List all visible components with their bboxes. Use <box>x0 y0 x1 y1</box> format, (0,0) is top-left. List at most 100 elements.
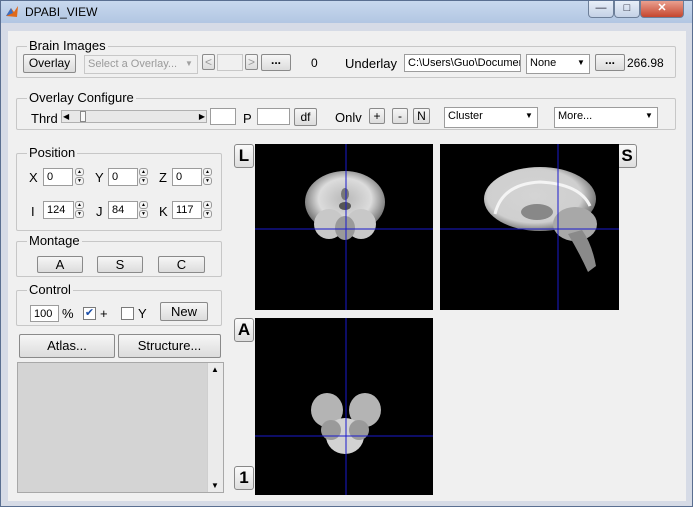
j-field[interactable]: 84 <box>108 201 138 219</box>
z-spinner[interactable]: ▲ ▼ <box>203 168 212 186</box>
minimize-button[interactable]: — <box>588 1 614 18</box>
info-listbox[interactable]: ▲ ▼ <box>17 362 224 493</box>
i-spinner[interactable]: ▲ ▼ <box>75 201 84 219</box>
window-title: DPABI_VIEW <box>25 5 98 19</box>
j-label: J <box>96 204 103 219</box>
threshold-slider[interactable]: ◀ ▶ <box>61 110 207 123</box>
onlv-n-button[interactable]: N <box>413 108 430 124</box>
onlv-plus-button[interactable]: + <box>369 108 385 124</box>
sagittal-view[interactable] <box>440 144 619 310</box>
underlay-select[interactable]: None ▼ <box>526 54 590 74</box>
sagittal-orientation-label[interactable]: S <box>617 144 637 168</box>
onlv-minus-button[interactable]: - <box>392 108 408 124</box>
slider-thumb[interactable] <box>80 111 86 122</box>
thrd-label: Thrd <box>31 111 58 126</box>
scroll-up-icon[interactable]: ▲ <box>211 365 219 374</box>
brain-images-group: Brain Images Overlay Select a Overlay...… <box>16 38 676 78</box>
spin-down-icon[interactable]: ▼ <box>203 177 212 185</box>
x-label: X <box>29 170 38 185</box>
main-window: DPABI_VIEW — □ ✕ Brain Images Overlay Se… <box>0 0 693 507</box>
k-spinner[interactable]: ▲ ▼ <box>203 201 212 219</box>
chevron-down-icon: ▼ <box>645 111 653 120</box>
underlay-max-value: 266.98 <box>627 56 664 70</box>
position-legend: Position <box>27 145 78 160</box>
underlay-label: Underlay <box>345 56 398 71</box>
x-field[interactable]: 0 <box>43 168 73 186</box>
montage-c-button[interactable]: C <box>158 256 205 273</box>
underlay-select-value: None <box>530 57 557 69</box>
matlab-app-icon <box>6 6 18 17</box>
new-button[interactable]: New <box>160 302 208 321</box>
spin-up-icon[interactable]: ▲ <box>75 201 84 209</box>
spin-up-icon[interactable]: ▲ <box>203 168 212 176</box>
spin-down-icon[interactable]: ▼ <box>139 177 148 185</box>
z-field[interactable]: 0 <box>172 168 202 186</box>
x-spinner[interactable]: ▲ ▼ <box>75 168 84 186</box>
spin-up-icon[interactable]: ▲ <box>139 168 148 176</box>
scroll-down-icon[interactable]: ▼ <box>211 481 219 490</box>
k-field[interactable]: 117 <box>172 201 202 219</box>
close-button[interactable]: ✕ <box>640 1 684 18</box>
chevron-down-icon: ▼ <box>577 58 585 67</box>
atlas-button[interactable]: Atlas... <box>19 334 115 358</box>
client-area: Brain Images Overlay Select a Overlay...… <box>8 31 686 501</box>
overlay-configure-legend: Overlay Configure <box>27 90 136 105</box>
axial-brain-image <box>255 318 433 495</box>
overlay-index-field[interactable] <box>217 54 243 71</box>
onlv-label: Onlv <box>335 110 362 125</box>
slice-number-label[interactable]: 1 <box>234 466 254 490</box>
p-value-field[interactable] <box>257 108 290 125</box>
brain-images-legend: Brain Images <box>27 38 108 53</box>
p-label: P <box>243 111 252 126</box>
axial-view[interactable] <box>255 318 433 495</box>
chevron-down-icon: ▼ <box>525 111 533 120</box>
checkmark-icon: ✔ <box>84 307 95 319</box>
control-legend: Control <box>27 282 73 297</box>
title-bar[interactable]: DPABI_VIEW — □ ✕ <box>1 1 692 23</box>
spin-down-icon[interactable]: ▼ <box>139 210 148 218</box>
spin-down-icon[interactable]: ▼ <box>203 210 212 218</box>
spin-down-icon[interactable]: ▼ <box>75 177 84 185</box>
underlay-path-field[interactable]: C:\Users\Guo\Documen <box>404 54 521 72</box>
percent-field[interactable]: 100 <box>30 305 59 322</box>
montage-s-button[interactable]: S <box>97 256 143 273</box>
i-field[interactable]: 124 <box>43 201 74 219</box>
more-select[interactable]: More... ▼ <box>554 107 658 128</box>
spin-up-icon[interactable]: ▲ <box>139 201 148 209</box>
coronal-view[interactable] <box>255 144 433 310</box>
overlay-button[interactable]: Overlay <box>23 54 76 73</box>
axial-orientation-label[interactable]: A <box>234 318 254 342</box>
listbox-scrollbar[interactable]: ▲ ▼ <box>207 363 223 492</box>
coronal-orientation-label[interactable]: L <box>234 144 254 168</box>
montage-group: Montage A S C <box>16 233 222 277</box>
minimize-icon: — <box>595 2 607 14</box>
slider-right-arrow-icon: ▶ <box>198 112 205 121</box>
y-spinner[interactable]: ▲ ▼ <box>139 168 148 186</box>
cluster-select[interactable]: Cluster ▼ <box>444 107 538 128</box>
thrd-value-field[interactable] <box>210 108 236 125</box>
plus-checkbox[interactable]: ✔ <box>83 307 96 320</box>
next-overlay-button[interactable]: > <box>245 54 258 70</box>
j-spinner[interactable]: ▲ ▼ <box>139 201 148 219</box>
maximize-icon: □ <box>623 2 631 14</box>
control-group: Control 100 % ✔ + Y New <box>16 282 222 326</box>
maximize-button[interactable]: □ <box>614 1 640 18</box>
cluster-select-value: Cluster <box>448 110 483 122</box>
underlay-browse-button[interactable]: ... <box>595 54 625 71</box>
spin-up-icon[interactable]: ▲ <box>203 201 212 209</box>
spin-down-icon[interactable]: ▼ <box>75 210 84 218</box>
spin-up-icon[interactable]: ▲ <box>75 168 84 176</box>
structure-button[interactable]: Structure... <box>118 334 221 358</box>
montage-a-button[interactable]: A <box>37 256 83 273</box>
y-field[interactable]: 0 <box>108 168 138 186</box>
chevron-down-icon: ▼ <box>185 59 193 68</box>
y-checkbox[interactable] <box>121 307 134 320</box>
df-button[interactable]: df <box>294 108 317 126</box>
close-icon: ✕ <box>657 2 667 14</box>
prev-overlay-button[interactable]: < <box>202 54 215 70</box>
overlay-select-value: Select a Overlay... <box>88 58 178 70</box>
more-select-value: More... <box>558 110 593 122</box>
overlay-select[interactable]: Select a Overlay... ▼ <box>84 55 198 74</box>
overlay-browse-button[interactable]: ... <box>261 54 291 71</box>
sagittal-brain-image <box>440 144 619 310</box>
